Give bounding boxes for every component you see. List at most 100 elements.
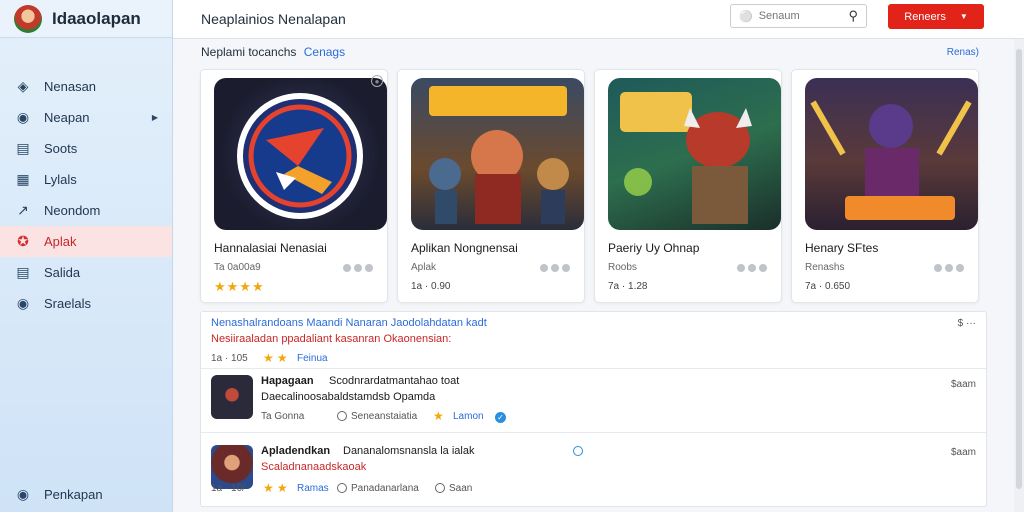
more-options-icon[interactable] — [343, 264, 373, 272]
sidebar-item-salida[interactable]: ▤ Salida — [0, 257, 172, 288]
card-size: 7a · 1.28 — [608, 281, 648, 292]
info-icon[interactable]: ● — [371, 75, 383, 87]
page-title: Neaplainios Nenalapan — [201, 11, 346, 27]
sidebar-item-label: Salida — [44, 265, 81, 280]
verified-label: Lamon — [453, 411, 484, 422]
sidebar-item-soots[interactable]: ▤ Soots — [0, 133, 172, 164]
brand[interactable]: Idaaolapan — [0, 0, 172, 38]
scrollbar-thumb[interactable] — [1016, 49, 1022, 489]
more-options-icon[interactable] — [540, 264, 570, 272]
search-icon[interactable]: ⚲ — [848, 8, 858, 24]
app-logo-art — [237, 93, 363, 219]
sidebar-item-neapan[interactable]: ◉ Neapan ▶ — [0, 102, 172, 133]
sidebar-item-label: Lylals — [44, 172, 77, 187]
list-item-desc: Scodnrardatmantahao toat — [329, 375, 460, 387]
status-icon — [573, 445, 583, 457]
price: $aam — [950, 447, 976, 458]
sidebar-item-label: Penkapan — [44, 487, 103, 502]
app-art-image — [608, 78, 781, 230]
info-icon — [435, 482, 445, 494]
diamond-icon: ◈ — [17, 78, 29, 94]
table-icon: ▤ — [16, 264, 30, 280]
card-meta: Ta 0a00a9 — [214, 262, 261, 273]
app-art-image — [411, 78, 584, 230]
game-art — [620, 92, 752, 224]
list-item-meta: Ta Gonna — [261, 411, 305, 422]
extra-label: Saan — [449, 483, 473, 494]
sidebar-item-aplak[interactable]: ✪ Aplak — [0, 226, 172, 257]
list-item-title: Hapagaan — [261, 375, 314, 387]
sidebar-item-nenasan[interactable]: ◈ Nenasan — [0, 71, 172, 102]
sidebar-item-sraelals[interactable]: ◉ Sraelals — [0, 288, 172, 319]
sidebar-item-label: Sraelals — [44, 296, 91, 311]
app-logo-icon — [14, 4, 42, 33]
card-title: Aplikan Nongnensai — [411, 241, 518, 255]
price: $aam — [950, 379, 976, 390]
search-left-icon: ⚪ — [739, 10, 753, 23]
caret-right-icon: ▶ — [151, 113, 158, 122]
globe-icon: ◉ — [16, 486, 30, 502]
chevron-down-icon: ▼ — [959, 12, 968, 21]
section-title: Neplami tocanchs — [201, 45, 297, 59]
app-thumbnail — [211, 375, 253, 419]
list-item-desc: Scaladnanaadskaoak — [261, 461, 367, 473]
list-item-desc: Dananalomsnansla la ialak — [343, 445, 475, 457]
top-bar: Neaplainios Nenalapan ⚪ ⚲ Reneers ▼ — [173, 0, 1024, 39]
rating-label: Ramas — [297, 483, 329, 494]
publisher-icon — [337, 410, 347, 422]
chart-icon: ↗ — [17, 202, 29, 218]
sidebar-item-neondom[interactable]: ↗ Neondom — [0, 195, 172, 226]
globe-icon: ◉ — [16, 295, 30, 311]
app-card[interactable]: Henary SFtes Renashs 7a · 0.650 — [791, 69, 979, 303]
rating-star-icon: ★ ★ — [263, 351, 288, 365]
verified-icon: ✓ — [495, 411, 506, 423]
list-item[interactable]: Nenashalrandoans Maandi Nanaran Jaodolah… — [201, 312, 986, 369]
game-art — [810, 100, 972, 220]
scrollbar[interactable] — [1014, 39, 1024, 512]
list-item[interactable]: Hapagaan Scodnrardatmantahao toat Daecal… — [201, 369, 986, 433]
card-meta: Renashs — [805, 262, 845, 273]
app-list: Nenashalrandoans Maandi Nanaran Jaodolah… — [200, 311, 987, 507]
sidebar-item-label: Neondom — [44, 203, 101, 218]
card-title: Henary SFtes — [805, 241, 879, 255]
sidebar-item-lylals[interactable]: ▦ Lylals — [0, 164, 172, 195]
app-card[interactable]: Paeriy Uy Ohnap Roobs 7a · 1.28 — [594, 69, 782, 303]
primary-action-button[interactable]: Reneers ▼ — [888, 4, 984, 29]
list-item-desc: Daecalinoosabaldstamdsb Opamda — [261, 391, 436, 403]
sidebar-item-penkapan[interactable]: ◉ Penkapan — [0, 479, 172, 510]
more-options-icon[interactable] — [737, 264, 767, 272]
card-meta: Roobs — [608, 262, 637, 273]
list-item-headline: Nenashalrandoans Maandi Nanaran Jaodolah… — [211, 317, 487, 329]
see-more-link[interactable]: Renas) — [947, 47, 979, 58]
publisher-icon — [337, 482, 347, 494]
card-title: Paeriy Uy Ohnap — [608, 241, 700, 255]
app-art-image — [805, 78, 978, 230]
rating-stars: ★★★★ — [214, 279, 265, 294]
publisher-name: Seneanstaiatia — [351, 411, 418, 422]
compass-icon: ◉ — [16, 109, 30, 125]
grid-icon: ▤ — [16, 140, 30, 156]
list-item-subline: Nesiiraaladan ppadaliant kasanran Okaone… — [211, 333, 452, 345]
game-art — [429, 86, 569, 224]
price: $ ··· — [957, 318, 976, 329]
search-input[interactable] — [758, 10, 839, 22]
app-card[interactable]: ● Hannalasiai Nenasiai Ta 0a00a9 ★★★★ — [200, 69, 388, 303]
rating-star-icon: ★ ★ — [263, 481, 288, 495]
list-item-title: Apladendkan — [261, 445, 331, 457]
card-size: 1a · 0.90 — [411, 281, 451, 292]
list-icon: ▦ — [16, 171, 30, 187]
section-link[interactable]: Cenags — [304, 45, 345, 59]
list-item[interactable]: Apladendkan Dananalomsnansla la ialak Sc… — [201, 433, 986, 506]
search-box[interactable]: ⚪ ⚲ — [730, 4, 867, 28]
sidebar-item-label: Soots — [44, 141, 78, 156]
star-icon: ✪ — [17, 233, 29, 249]
sidebar-item-label: Aplak — [44, 234, 77, 249]
list-item-meta: 1a · 10/ — [211, 483, 245, 494]
sidebar-nav: ◈ Nenasan ◉ Neapan ▶ ▤ Soots ▦ Lylals ↗ … — [0, 71, 172, 319]
more-options-icon[interactable] — [934, 264, 964, 272]
app-card[interactable]: Aplikan Nongnensai Aplak 1a · 0.90 — [397, 69, 585, 303]
section-heading: Neplami tocanchs Cenags — [201, 45, 345, 59]
sidebar-bottom: ◉ Penkapan — [0, 479, 172, 510]
card-meta: Aplak — [411, 262, 437, 273]
main-content: Neplami tocanchs Cenags Renas) ● Hannala… — [173, 39, 1024, 512]
